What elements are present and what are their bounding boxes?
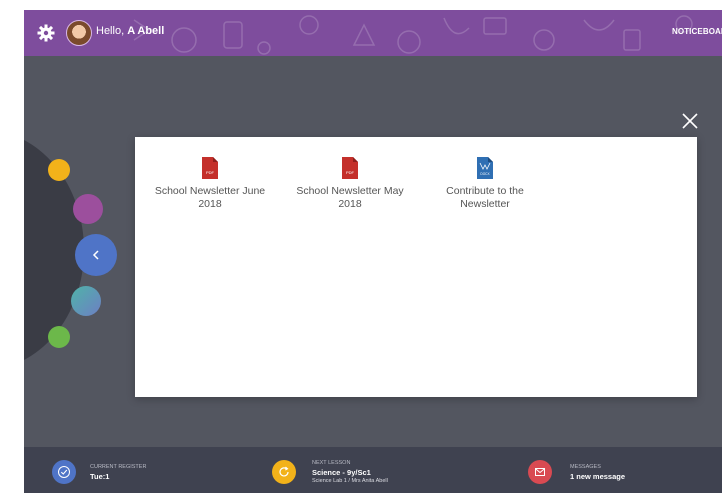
noticeboard-link[interactable]: NOTICEBOARD	[672, 27, 722, 36]
documents-modal: PDF School Newsletter June 2018 PDF Scho…	[135, 137, 697, 397]
menu-dot-purple[interactable]	[73, 194, 103, 224]
greeting-text: Hello, A Abell	[96, 25, 164, 37]
back-button[interactable]	[75, 234, 117, 276]
settings-gear-icon[interactable]	[36, 23, 56, 43]
user-avatar[interactable]	[66, 20, 92, 46]
pdf-file-icon: PDF	[202, 157, 218, 179]
lesson-detail: Science Lab 1 / Mrs Anita Abell	[312, 478, 388, 484]
user-name: A Abell	[127, 25, 165, 37]
top-header: Hello, A Abell NOTICEBOARD	[24, 10, 722, 56]
check-icon	[52, 460, 76, 484]
app-screen: Hello, A Abell NOTICEBOARD PDF School Ne…	[24, 10, 722, 493]
menu-dot-green[interactable]	[48, 326, 70, 348]
menu-dot-yellow[interactable]	[48, 159, 70, 181]
file-item[interactable]: PDF School Newsletter June 2018	[150, 157, 270, 211]
file-type-label: PDF	[346, 170, 355, 175]
refresh-clock-icon	[272, 460, 296, 484]
file-type-label: PDF	[206, 170, 215, 175]
register-value: Tue:1	[90, 472, 110, 481]
close-icon[interactable]	[679, 110, 701, 132]
messages-label: MESSAGES	[570, 464, 601, 470]
docx-file-icon: DOCX	[477, 157, 493, 179]
greeting-prefix: Hello,	[96, 25, 128, 37]
lesson-value: Science - 9y/Sc1	[312, 468, 371, 477]
messages-value: 1 new message	[570, 472, 626, 481]
file-label: Contribute to the Newsletter	[446, 185, 524, 210]
file-item[interactable]: PDF School Newsletter May 2018	[290, 157, 410, 211]
lesson-label: NEXT LESSON	[312, 460, 351, 466]
menu-dot-teal[interactable]	[71, 286, 101, 316]
status-footer: CURRENT REGISTER Tue:1 NEXT LESSON Scien…	[24, 447, 722, 493]
file-label: School Newsletter May 2018	[296, 185, 404, 210]
file-item[interactable]: DOCX Contribute to the Newsletter	[425, 157, 545, 211]
file-type-label: DOCX	[480, 172, 490, 176]
chevron-left-icon	[92, 250, 99, 260]
file-label: School Newsletter June 2018	[154, 185, 266, 210]
pdf-file-icon: PDF	[342, 157, 358, 179]
mail-icon	[528, 460, 552, 484]
register-label: CURRENT REGISTER	[90, 464, 147, 470]
